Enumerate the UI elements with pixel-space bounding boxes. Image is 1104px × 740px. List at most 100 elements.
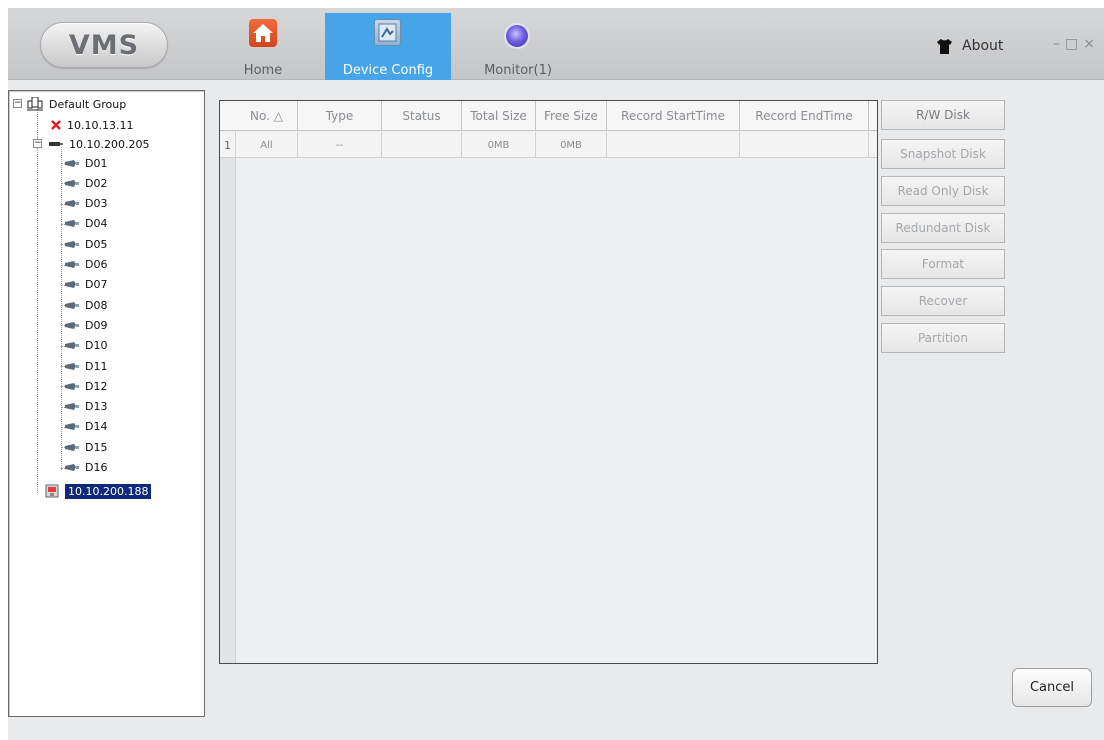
tree-channel-item[interactable]: D07 [65,275,107,295]
tree-channel-label: D15 [85,440,108,454]
minimize-button[interactable]: – [1053,36,1060,52]
tree-root-group[interactable]: − Default Group [13,94,126,114]
column-header-record-end-time[interactable]: Record EndTime [740,101,869,131]
tree-channel-label: D09 [85,318,108,332]
tree-channel-label: D16 [85,461,108,474]
tree-channel-item[interactable]: D02 [65,173,107,193]
tree-channel-item[interactable]: D12 [65,376,107,396]
tree-channel-label: D07 [85,278,108,292]
redundant-disk-button[interactable]: Redundant Disk [881,213,1005,243]
offline-device-icon [51,120,61,130]
collapse-toggle[interactable]: − [13,99,22,108]
tree-channel-item[interactable]: D15 [65,437,107,457]
column-header-no[interactable]: No. △ [236,101,298,131]
row-number: 1 [220,132,236,158]
tree-device-offline[interactable]: 10.10.13.11 [51,115,133,135]
about-button[interactable]: About [936,38,1003,54]
tree-device-nvr[interactable]: − 10.10.200.205 [33,134,149,154]
camera-icon [65,159,79,167]
row-number-column [220,132,236,663]
tree-channel-label: D12 [85,379,108,393]
tree-channel-label: D08 [85,298,108,312]
column-header-total-size[interactable]: Total Size [462,101,536,131]
tab-home[interactable]: Home [232,13,294,80]
tree-channel-label: D14 [85,420,108,434]
tree-channel-item[interactable]: D04 [65,214,107,234]
tree-channel-item[interactable]: D10 [65,336,107,356]
column-header-type[interactable]: Type [298,101,382,131]
read-only-disk-button[interactable]: Read Only Disk [881,176,1005,206]
tree-channel-item[interactable]: D13 [65,397,107,417]
tree-node-label: 10.10.13.11 [67,118,134,132]
tree-channel-label: D13 [85,400,108,414]
cell-type: -- [298,132,382,158]
tree-channel-item[interactable]: D08 [65,295,107,315]
cell-record-start-time [607,132,740,158]
tree-node-label-selected: 10.10.200.188 [65,483,152,499]
tree-node-label: 10.10.200.205 [69,137,150,151]
partition-button[interactable]: Partition [881,323,1005,353]
recover-button[interactable]: Recover [881,286,1005,316]
top-bar: VMS Home Device Config Monitor(1) About … [8,8,1104,80]
rw-disk-button[interactable]: R/W Disk [881,100,1005,130]
column-header-free-size[interactable]: Free Size [536,101,607,131]
table-row[interactable]: 1 All -- 0MB 0MB [220,132,877,158]
vms-window: VMS Home Device Config Monitor(1) About … [8,8,1104,740]
camera-icon [65,220,79,228]
tree-channel-item[interactable]: D11 [65,356,107,376]
tab-home-label: Home [243,63,283,78]
column-header-record-start-time[interactable]: Record StartTime [607,101,740,131]
tree-channel-item[interactable]: D06 [65,255,107,275]
camera-icon [65,423,79,431]
about-label: About [962,38,1004,54]
home-icon [249,19,277,47]
tree-channel-label: D03 [85,197,108,211]
format-button[interactable]: Format [881,249,1005,279]
tree-channel-item[interactable]: D16 [65,458,107,478]
camera-icon [65,240,79,248]
tree-device-selected[interactable]: 10.10.200.188 [45,481,152,501]
tree-channel-item[interactable]: D03 [65,194,107,214]
tree-channel-item[interactable]: D14 [65,417,107,437]
tree-channel-label: D10 [85,339,108,353]
close-button[interactable]: × [1083,36,1095,52]
column-header-status[interactable]: Status [382,101,462,131]
tree-channel-label: D06 [85,258,108,271]
tree-channel-item[interactable]: D01 [65,153,107,173]
camera-icon [65,403,79,411]
camera-icon [65,179,79,187]
window-controls: – □ × [1053,36,1100,52]
group-icon [27,97,43,111]
collapse-toggle[interactable]: − [33,139,42,148]
tree-node-label: Default Group [49,97,127,111]
device-tree[interactable]: − Default Group 10.10.13.11 − 10.10.200.… [8,90,205,717]
device-config-icon [374,19,401,46]
tree-channel-label: D11 [85,359,108,373]
table-header: No. △ Type Status Total Size Free Size R… [220,101,877,131]
camera-icon [65,382,79,390]
camera-icon [65,200,79,208]
tab-monitor[interactable]: Monitor(1) [468,13,568,80]
tree-channel-label: D02 [85,176,108,190]
tab-device-config[interactable]: Device Config [325,13,451,80]
nvr-device-icon [49,142,63,146]
tshirt-icon [937,38,952,54]
tree-channel-label: D05 [85,237,108,251]
cell-free-size: 0MB [536,132,607,158]
monitor-icon [504,23,530,49]
disk-table[interactable]: No. △ Type Status Total Size Free Size R… [219,100,878,664]
snapshot-disk-button[interactable]: Snapshot Disk [881,139,1005,169]
camera-icon [65,464,79,471]
tab-monitor-label: Monitor(1) [484,63,552,78]
camera-icon [65,342,79,350]
cancel-button[interactable]: Cancel [1012,668,1092,707]
camera-icon [65,301,79,309]
vms-logo: VMS [40,22,168,68]
tree-channel-item[interactable]: D09 [65,315,107,335]
selected-device-icon [45,484,59,498]
tree-channel-label: D01 [85,156,108,170]
tree-channel-item[interactable]: D05 [65,234,107,254]
tab-device-config-label: Device Config [342,63,434,78]
maximize-button[interactable]: □ [1065,36,1078,52]
cell-record-end-time [740,132,869,158]
